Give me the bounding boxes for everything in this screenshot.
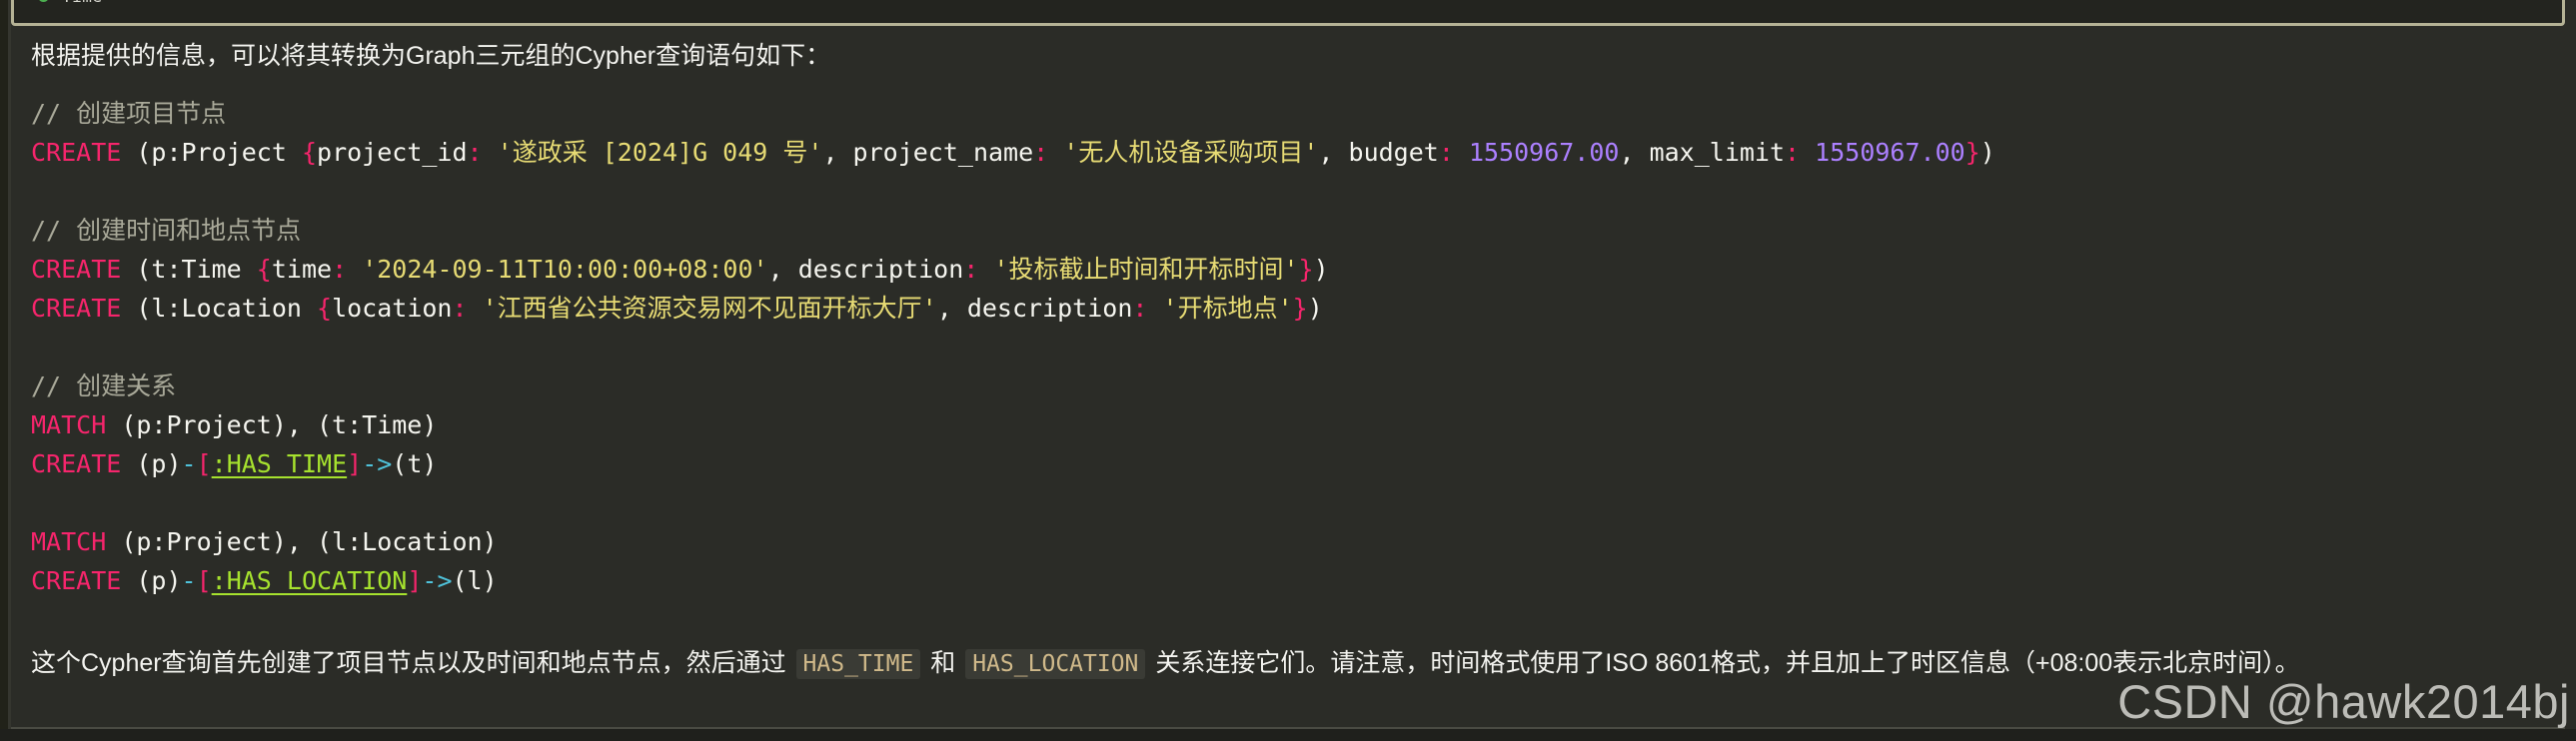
bracket-open-2: [ <box>196 566 212 595</box>
inline-code-has-location: HAS_LOCATION <box>965 649 1146 679</box>
left-gutter <box>0 0 8 741</box>
keyword-create-5: CREATE <box>31 566 122 595</box>
bracket-close-1: ] <box>347 449 363 478</box>
comma-2: , <box>1318 138 1349 167</box>
colon-4: : <box>1785 138 1801 167</box>
csdn-watermark: CSDN @hawk2014bj <box>2117 675 2570 728</box>
outro-text-3: 关系连接它们。请注意，时间格式使用了ISO 8601格式，并且加上了时区信息（+… <box>1148 649 2300 677</box>
inline-code-has-time: HAS_TIME <box>795 649 921 679</box>
comma-5: , <box>936 294 967 323</box>
bracket-open-1: [ <box>196 449 212 478</box>
brace-close-3: } <box>1292 294 1308 323</box>
paren-close-2: ) <box>1313 255 1329 284</box>
keyword-create-4: CREATE <box>31 449 122 478</box>
bottom-strip <box>0 729 2576 741</box>
prop-budget: budget <box>1348 138 1439 167</box>
paren-close-1: ) <box>1979 138 1995 167</box>
value-time: '2024-09-11T10:00:00+08:00' <box>362 255 768 284</box>
colon-7: : <box>452 294 468 323</box>
colon-2: : <box>1033 138 1049 167</box>
bracket-close-2: ] <box>407 566 423 595</box>
value-location: '江西省公共资源交易网不见面开标大厅' <box>482 294 937 323</box>
outro-text-2: 和 <box>923 649 963 677</box>
node-pattern-project: (p:Project <box>136 138 302 167</box>
relationship-has-location: :HAS_LOCATION <box>211 566 408 595</box>
outro-paragraph: 这个Cypher查询首先创建了项目节点以及时间和地点节点，然后通过 HAS_TI… <box>31 645 2300 683</box>
node-l-1: (l) <box>452 566 498 595</box>
comma-3: , <box>1619 138 1650 167</box>
comma-1: , <box>822 138 853 167</box>
value-budget: 1550967.00 <box>1468 138 1620 167</box>
prop-project-name: project_name <box>852 138 1034 167</box>
cypher-code[interactable]: // 创建项目节点 CREATE (p:Project {project_id:… <box>11 94 2576 600</box>
paren-close-3: ) <box>1307 294 1323 323</box>
green-status-dot <box>38 0 49 2</box>
code-comment-create-project: // 创建项目节点 <box>31 99 227 128</box>
assistant-answer: 根据提供的信息，可以将其转换为Graph三元组的Cypher查询语句如下： //… <box>11 26 2576 741</box>
prop-description-time: description <box>797 255 964 284</box>
keyword-match-2: MATCH <box>31 527 107 556</box>
prop-description-location: description <box>966 294 1133 323</box>
brace-close-2: } <box>1298 255 1314 284</box>
intro-paragraph: 根据提供的信息，可以将其转换为Graph三元组的Cypher查询语句如下： <box>31 42 831 70</box>
keyword-match-1: MATCH <box>31 410 107 439</box>
arrow-1: -> <box>362 449 393 478</box>
node-p-1: (p) <box>136 449 182 478</box>
brace-close-1: } <box>1964 138 1980 167</box>
prop-time: time <box>271 255 333 284</box>
keyword-create-3: CREATE <box>31 294 122 323</box>
colon-1: : <box>467 138 483 167</box>
brace-open-3: { <box>317 294 333 323</box>
node-pattern-time: (t:Time <box>136 255 257 284</box>
outro-text-1: 这个Cypher查询首先创建了项目节点以及时间和地点节点，然后通过 <box>31 649 793 677</box>
value-description-location: '开标地点' <box>1162 294 1293 323</box>
dash-2: - <box>181 566 197 595</box>
colon-8: : <box>1132 294 1148 323</box>
colon-3: : <box>1438 138 1454 167</box>
top-cutoff-panel[interactable]: Time <box>11 0 2565 26</box>
screenshot-canvas: Time 根据提供的信息，可以将其转换为Graph三元组的Cypher查询语句如… <box>0 0 2576 741</box>
top-panel-row: Time <box>38 0 103 6</box>
code-block[interactable]: // 创建项目节点 CREATE (p:Project {project_id:… <box>11 88 2576 610</box>
keyword-create-2: CREATE <box>31 255 122 284</box>
prop-max-limit: max_limit <box>1649 138 1786 167</box>
comma-4: , <box>767 255 798 284</box>
brace-open-1: { <box>301 138 318 167</box>
match-pattern-project-location: (p:Project), (l:Location) <box>121 527 498 556</box>
node-p-2: (p) <box>136 566 182 595</box>
top-panel-label: Time <box>62 0 103 6</box>
code-comment-create-relations: // 创建关系 <box>31 371 177 400</box>
relationship-has-time: :HAS_TIME <box>211 449 348 478</box>
brace-open-2: { <box>256 255 272 284</box>
value-description-time: '投标截止时间和开标时间' <box>993 255 1299 284</box>
value-project-name: '无人机设备采购项目' <box>1063 138 1319 167</box>
code-comment-create-time-location: // 创建时间和地点节点 <box>31 216 302 245</box>
prop-project-id: project_id <box>317 138 468 167</box>
keyword-create-1: CREATE <box>31 138 122 167</box>
prop-location: location <box>332 294 453 323</box>
colon-6: : <box>963 255 979 284</box>
value-max-limit: 1550967.00 <box>1815 138 1965 167</box>
node-t-1: (t) <box>392 449 438 478</box>
colon-5: : <box>332 255 348 284</box>
arrow-2: -> <box>422 566 453 595</box>
node-pattern-location: (l:Location <box>136 294 317 323</box>
dash-1: - <box>181 449 197 478</box>
match-pattern-project-time: (p:Project), (t:Time) <box>121 410 438 439</box>
value-project-id: '遂政采 [2024]G 049 号' <box>497 138 823 167</box>
